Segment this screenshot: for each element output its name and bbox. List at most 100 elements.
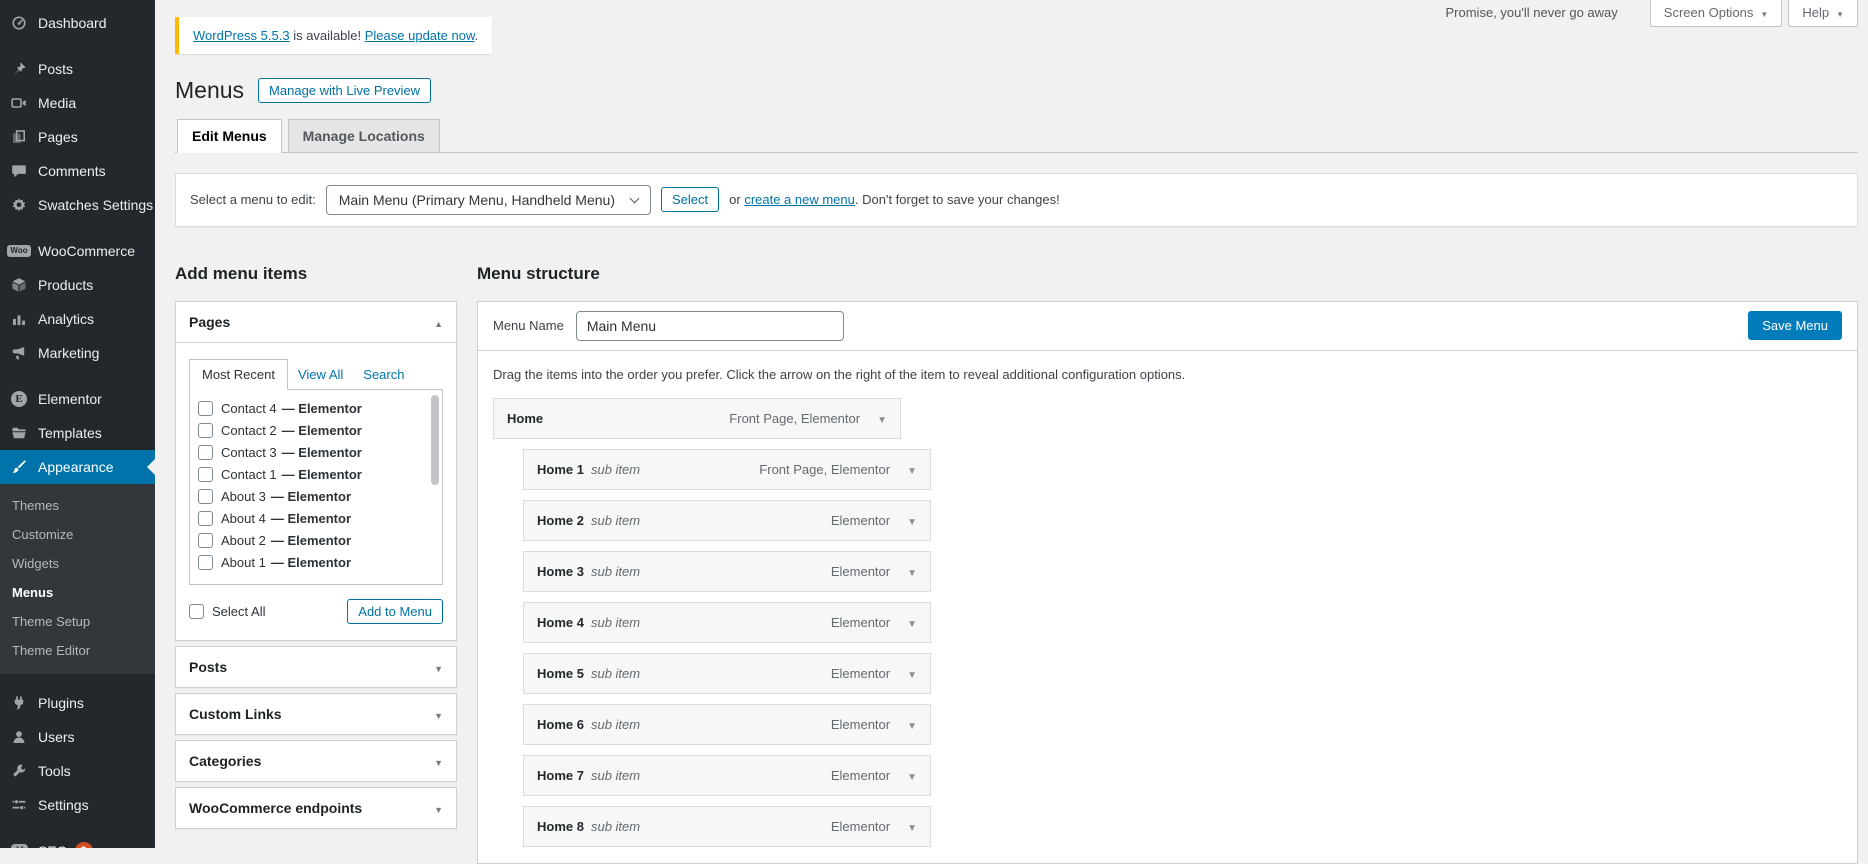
- menu-item-home-1[interactable]: Home 1 sub item Front Page, Elementor: [523, 449, 931, 490]
- sub-item-label: sub item: [591, 513, 640, 528]
- page-item-about-1[interactable]: About 1 — Elementor: [198, 552, 424, 574]
- page-checkbox[interactable]: [198, 467, 213, 482]
- tab-manage-locations[interactable]: Manage Locations: [288, 119, 440, 153]
- select-all-control[interactable]: Select All: [189, 604, 265, 619]
- menu-structure-box: Menu Name Save Menu Drag the items into …: [477, 301, 1858, 864]
- settings-icon: [9, 796, 29, 814]
- help-button[interactable]: Help: [1788, 0, 1858, 27]
- page-item-contact-4[interactable]: Contact 4 — Elementor: [198, 398, 424, 420]
- submenu-item-theme-setup[interactable]: Theme Setup: [0, 607, 155, 636]
- sub-item-label: sub item: [591, 819, 640, 834]
- page-checkbox[interactable]: [198, 423, 213, 438]
- page-checkbox[interactable]: [198, 555, 213, 570]
- create-new-menu-link[interactable]: create a new menu: [744, 192, 855, 207]
- panel-custom-links: Custom Links: [175, 693, 457, 735]
- tab-search[interactable]: Search: [353, 360, 414, 389]
- menu-item-home-8[interactable]: Home 8 sub item Elementor: [523, 806, 931, 847]
- page-item-contact-2[interactable]: Contact 2 — Elementor: [198, 420, 424, 442]
- menu-item-home-5[interactable]: Home 5 sub item Elementor: [523, 653, 931, 694]
- sidebar-separator: [0, 822, 155, 834]
- page-checkbox[interactable]: [198, 533, 213, 548]
- sidebar-item-marketing[interactable]: Marketing: [0, 336, 155, 370]
- sidebar-separator: [0, 674, 155, 686]
- tab-most-recent[interactable]: Most Recent: [189, 359, 288, 390]
- sidebar-item-settings[interactable]: Settings: [0, 788, 155, 822]
- sidebar-item-plugins[interactable]: Plugins: [0, 686, 155, 720]
- sidebar-separator: [0, 222, 155, 234]
- item-options-arrow-icon[interactable]: [877, 411, 887, 426]
- menu-item-home-6[interactable]: Home 6 sub item Elementor: [523, 704, 931, 745]
- expand-arrow-icon: [434, 659, 443, 675]
- users-icon: [9, 728, 29, 746]
- woocommerce-icon: Woo: [9, 242, 29, 260]
- sidebar-item-users[interactable]: Users: [0, 720, 155, 754]
- menu-item-home[interactable]: Home Front Page, Elementor: [493, 398, 901, 439]
- item-options-arrow-icon[interactable]: [907, 819, 917, 834]
- sidebar-item-woocommerce[interactable]: Woo WooCommerce: [0, 234, 155, 268]
- sidebar-item-media[interactable]: Media: [0, 86, 155, 120]
- item-options-arrow-icon[interactable]: [907, 717, 917, 732]
- panel-header[interactable]: Categories: [176, 741, 456, 781]
- page-item-contact-1[interactable]: Contact 1 — Elementor: [198, 464, 424, 486]
- add-to-menu-button[interactable]: Add to Menu: [347, 599, 443, 624]
- page-item-contact-3[interactable]: Contact 3 — Elementor: [198, 442, 424, 464]
- submenu-item-themes[interactable]: Themes: [0, 491, 155, 520]
- page-checkbox[interactable]: [198, 401, 213, 416]
- sidebar-item-posts[interactable]: Posts: [0, 52, 155, 86]
- wordpress-version-link[interactable]: WordPress 5.5.3: [193, 28, 290, 43]
- sidebar-item-elementor[interactable]: E Elementor: [0, 382, 155, 416]
- menu-select[interactable]: Main Menu (Primary Menu, Handheld Menu): [326, 185, 651, 215]
- save-menu-button[interactable]: Save Menu: [1748, 311, 1842, 340]
- panel-header[interactable]: Posts: [176, 647, 456, 687]
- sidebar-item-swatches-settings[interactable]: Swatches Settings: [0, 188, 155, 222]
- sidebar-item-appearance[interactable]: Appearance: [0, 450, 155, 484]
- menu-item-home-2[interactable]: Home 2 sub item Elementor: [523, 500, 931, 541]
- products-icon: [9, 276, 29, 294]
- item-options-arrow-icon[interactable]: [907, 513, 917, 528]
- item-options-arrow-icon[interactable]: [907, 666, 917, 681]
- submenu-item-widgets[interactable]: Widgets: [0, 549, 155, 578]
- sidebar-item-dashboard[interactable]: Dashboard: [0, 6, 155, 40]
- sidebar-item-comments[interactable]: Comments: [0, 154, 155, 188]
- page-title: Menus: [175, 77, 244, 105]
- live-preview-button[interactable]: Manage with Live Preview: [258, 78, 431, 103]
- item-options-arrow-icon[interactable]: [907, 768, 917, 783]
- item-options-arrow-icon[interactable]: [907, 615, 917, 630]
- page-checkbox[interactable]: [198, 511, 213, 526]
- sidebar-item-analytics[interactable]: Analytics: [0, 302, 155, 336]
- page-checkbox[interactable]: [198, 489, 213, 504]
- sidebar-item-seo[interactable]: Y SEO 3: [0, 834, 155, 848]
- sub-item-label: sub item: [591, 462, 640, 477]
- pages-checklist[interactable]: Contact 4 — Elementor Contact 2 — Elemen…: [189, 389, 443, 585]
- menu-name-input[interactable]: [576, 311, 844, 341]
- page-item-about-4[interactable]: About 4 — Elementor: [198, 508, 424, 530]
- pages-panel-header[interactable]: Pages: [176, 302, 456, 342]
- menu-item-home-4[interactable]: Home 4 sub item Elementor: [523, 602, 931, 643]
- update-now-link[interactable]: Please update now: [365, 28, 475, 43]
- item-options-arrow-icon[interactable]: [907, 462, 917, 477]
- save-reminder-text: . Don't forget to save your changes!: [855, 192, 1060, 207]
- pages-panel-body: Most Recent View All Search Contact 4 — …: [176, 342, 456, 640]
- submenu-item-customize[interactable]: Customize: [0, 520, 155, 549]
- tab-edit-menus[interactable]: Edit Menus: [177, 119, 282, 153]
- tab-view-all[interactable]: View All: [288, 360, 353, 389]
- pages-list-scrollbar[interactable]: [431, 395, 439, 485]
- item-options-arrow-icon[interactable]: [907, 564, 917, 579]
- page-item-about-2[interactable]: About 2 — Elementor: [198, 530, 424, 552]
- select-all-checkbox[interactable]: [189, 604, 204, 619]
- page-item-about-3[interactable]: About 3 — Elementor: [198, 486, 424, 508]
- submenu-item-theme-editor[interactable]: Theme Editor: [0, 636, 155, 665]
- screen-options-button[interactable]: Screen Options: [1650, 0, 1783, 27]
- menu-item-home-3[interactable]: Home 3 sub item Elementor: [523, 551, 931, 592]
- sidebar-item-tools[interactable]: Tools: [0, 754, 155, 788]
- menu-item-home-7[interactable]: Home 7 sub item Elementor: [523, 755, 931, 796]
- panel-header[interactable]: WooCommerce endpoints: [176, 788, 456, 828]
- sidebar-item-products[interactable]: Products: [0, 268, 155, 302]
- page-checkbox[interactable]: [198, 445, 213, 460]
- submenu-item-menus[interactable]: Menus: [0, 578, 155, 607]
- or-text: or: [729, 192, 741, 207]
- sidebar-item-pages[interactable]: Pages: [0, 120, 155, 154]
- select-menu-button[interactable]: Select: [661, 187, 719, 212]
- panel-header[interactable]: Custom Links: [176, 694, 456, 734]
- sidebar-item-templates[interactable]: Templates: [0, 416, 155, 450]
